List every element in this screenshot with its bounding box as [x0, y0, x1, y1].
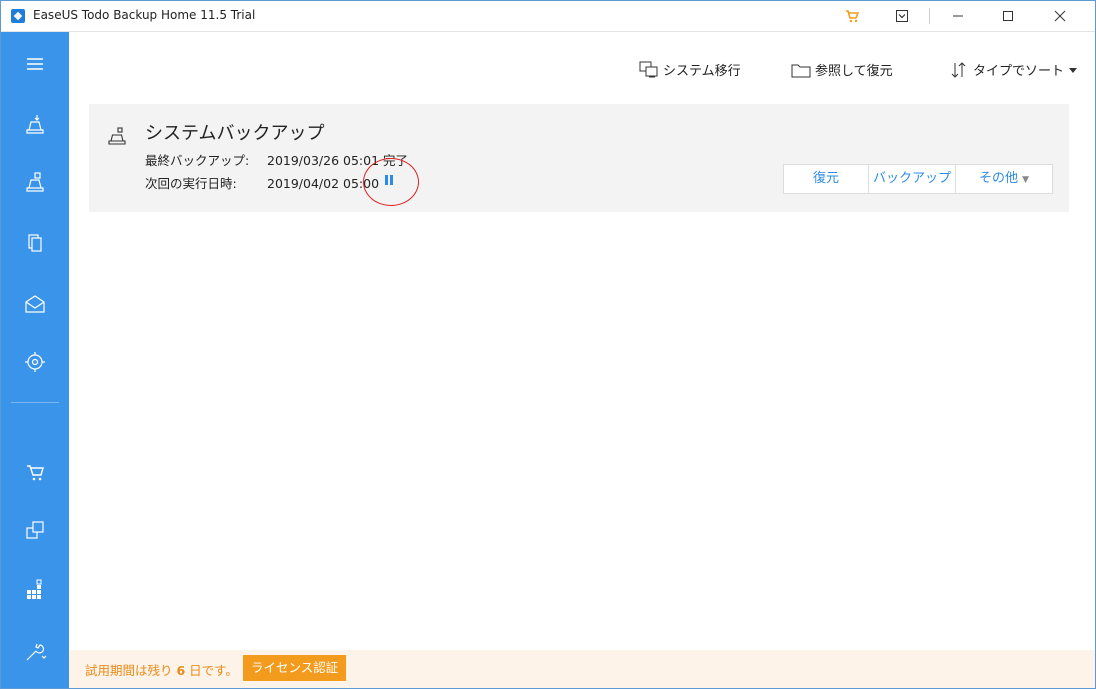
disk-backup-icon[interactable] — [23, 170, 47, 194]
window-title: EaseUS Todo Backup Home 11.5 Trial — [33, 8, 256, 22]
folder-icon — [791, 64, 811, 77]
more-label: その他 — [978, 171, 1018, 186]
clone-icon[interactable] — [23, 518, 47, 542]
mail-backup-icon[interactable] — [23, 292, 47, 316]
hamburger-menu-icon[interactable] — [23, 52, 47, 76]
caret-down-icon: ▼ — [1022, 175, 1030, 185]
next-run-row: 次回の実行日時: 2019/04/02 05:00 — [145, 173, 379, 192]
caret-down-icon — [1069, 67, 1078, 73]
restore-button[interactable]: 復元 — [784, 165, 869, 193]
more-button[interactable]: その他 ▼ — [956, 165, 1052, 193]
trial-message: 試用期間は残り 6 日です。 — [85, 660, 238, 679]
backup-button[interactable]: バックアップ — [869, 165, 956, 193]
sort-by-type-label: タイプでソート — [973, 64, 1065, 79]
system-backup-card[interactable]: システムバックアップ 最終バックアップ: 2019/03/26 05:01 完了 … — [89, 104, 1069, 212]
settings-wrench-icon[interactable] — [23, 640, 47, 664]
file-backup-icon[interactable] — [23, 230, 47, 254]
system-backup-icon — [108, 127, 126, 145]
monitor-transfer-icon — [639, 61, 658, 77]
browse-restore-button[interactable]: 参照して復元 — [791, 60, 893, 79]
smart-backup-icon[interactable] — [23, 350, 47, 374]
maximize-icon[interactable] — [985, 1, 1031, 31]
app-logo-icon — [11, 9, 25, 23]
sort-arrows-icon — [951, 61, 966, 78]
system-backup-icon[interactable] — [23, 112, 47, 136]
tools-grid-icon[interactable] — [23, 578, 47, 602]
main-panel: システム移行 参照して復元 タイプでソート システムバックアップ 最終バックアッ… — [69, 32, 1095, 688]
sidebar — [1, 32, 69, 688]
trial-suffix: 日です。 — [185, 663, 238, 678]
annotation-circle — [363, 158, 419, 206]
card-action-buttons: 復元 バックアップ その他 ▼ — [783, 164, 1053, 194]
trial-status-bar: 試用期間は残り 6 日です。 ライセンス認証 — [69, 650, 1095, 688]
license-activation-button[interactable]: ライセンス認証 — [243, 655, 347, 681]
cart-icon[interactable] — [23, 460, 47, 484]
sort-by-type-button[interactable]: タイプでソート — [949, 60, 1078, 79]
backup-task-title: システムバックアップ — [145, 123, 325, 144]
system-migrate-button[interactable]: システム移行 — [639, 60, 741, 79]
sidebar-divider — [11, 402, 59, 403]
title-bar: EaseUS Todo Backup Home 11.5 Trial — [1, 1, 1095, 32]
last-backup-label: 最終バックアップ: — [145, 153, 250, 168]
system-migrate-label: システム移行 — [663, 64, 741, 79]
next-run-label: 次回の実行日時: — [145, 176, 237, 191]
dropdown-menu-icon[interactable] — [879, 1, 925, 31]
titlebar-divider — [929, 8, 930, 24]
app-window: EaseUS Todo Backup Home 11.5 Trial システム移… — [0, 0, 1096, 689]
browse-restore-label: 参照して復元 — [815, 64, 893, 79]
close-icon[interactable] — [1037, 1, 1083, 31]
trial-prefix: 試用期間は残り — [85, 663, 177, 678]
minimize-icon[interactable] — [935, 1, 981, 31]
cart-icon[interactable] — [829, 1, 875, 31]
trial-days: 6 — [176, 663, 186, 678]
